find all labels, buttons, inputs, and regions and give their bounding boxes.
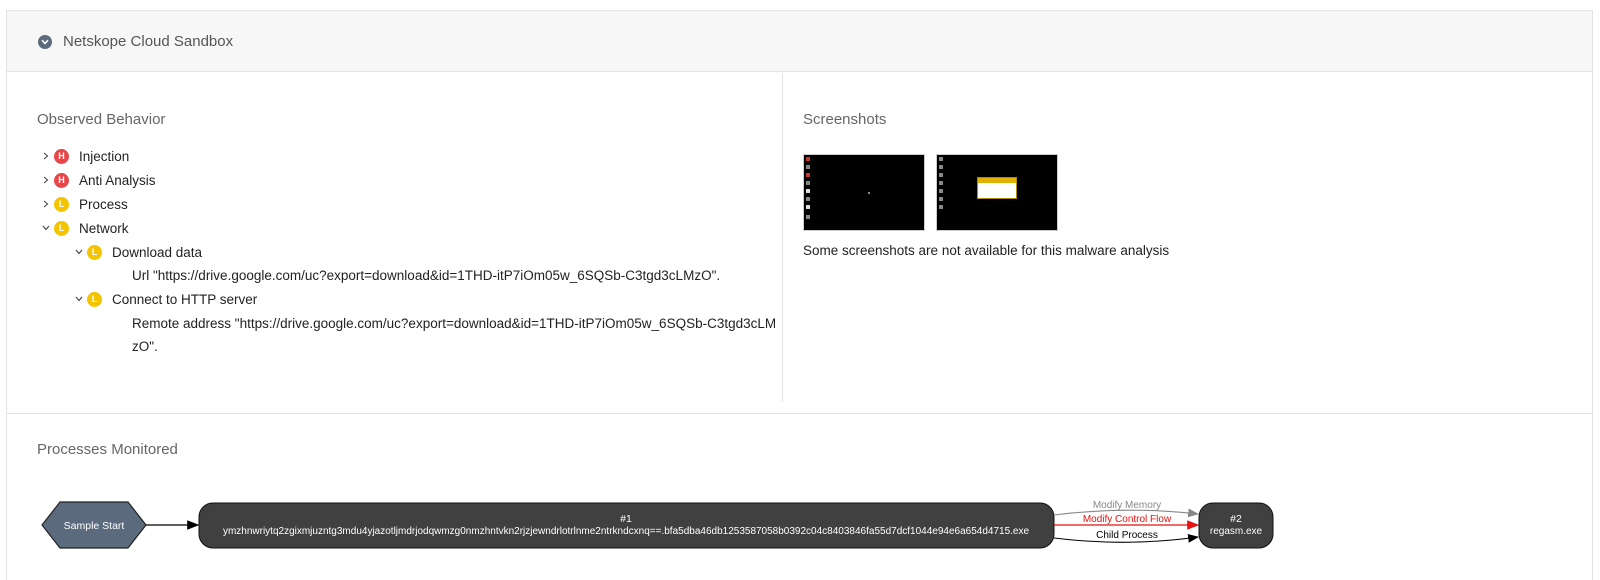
- process-node-1-id: #1: [620, 513, 632, 525]
- process-graph: Sample Start #1 ymzhnwriytq2zgixmjuzntg3…: [41, 500, 1274, 549]
- process-node-2-name: regasm.exe: [1210, 526, 1263, 537]
- edge-label-modify-memory: Modify Memory: [1093, 500, 1161, 511]
- edge-label-child-process: Child Process: [1096, 530, 1158, 541]
- process-node-2-id: #2: [1230, 513, 1242, 525]
- process-node-2[interactable]: #2 regasm.exe: [1198, 502, 1274, 549]
- sandbox-panel: Netskope Cloud Sandbox Observed Behavior…: [6, 10, 1593, 580]
- process-node-1[interactable]: #1 ymzhnwriytq2zgixmjuzntg3mdu4yjazotljm…: [198, 502, 1055, 549]
- sample-start-label: Sample Start: [64, 520, 125, 532]
- edge-label-modify-control-flow: Modify Control Flow: [1083, 514, 1172, 525]
- sample-start-node[interactable]: Sample Start: [41, 501, 147, 549]
- process-node-1-name: ymzhnwriytq2zgixmjuzntg3mdu4yjazotljmdrj…: [223, 526, 1030, 537]
